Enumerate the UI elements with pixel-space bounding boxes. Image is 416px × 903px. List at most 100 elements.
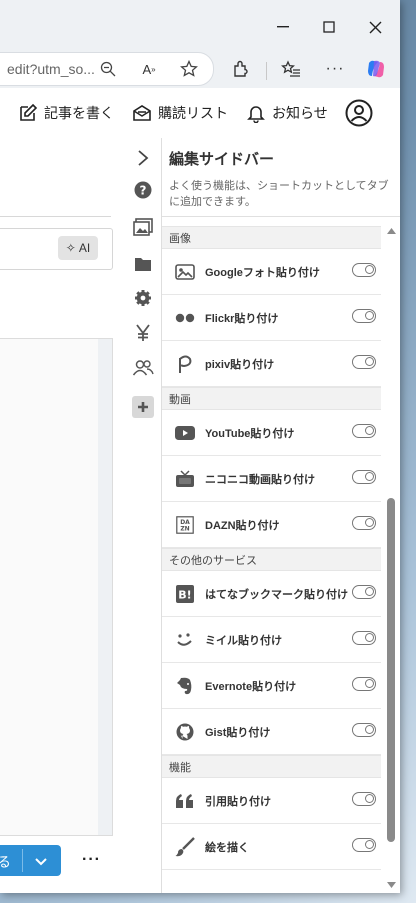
shortcut-toggle[interactable] — [352, 631, 376, 645]
sidebar-feature-label: 絵を描く — [205, 842, 249, 854]
sidebar-feature-item[interactable]: Googleフォト貼り付け — [162, 249, 381, 295]
github-icon — [174, 722, 196, 742]
address-bar[interactable]: edit?utm_so... A» — [0, 52, 214, 86]
extensions-icon[interactable] — [230, 58, 252, 80]
editor-body[interactable] — [0, 338, 113, 836]
section-header: 機能 — [162, 755, 381, 778]
help-icon[interactable]: ? — [133, 180, 153, 200]
shortcut-toggle[interactable] — [352, 263, 376, 277]
sidebar-feature-item[interactable]: 絵を描く — [162, 824, 381, 870]
shortcut-toggle[interactable] — [352, 309, 376, 323]
sidebar-feature-item[interactable]: Evernote貼り付け — [162, 663, 381, 709]
editor-area: ✧ AI る ··· — [0, 138, 125, 893]
zoom-out-icon[interactable] — [99, 60, 117, 78]
ai-label: AI — [78, 241, 91, 255]
chevron-right-icon[interactable] — [132, 147, 154, 169]
maximize-icon — [323, 21, 335, 33]
niconico-icon — [174, 469, 196, 489]
miil-icon — [174, 630, 196, 650]
shortcut-toggle[interactable] — [352, 470, 376, 484]
sidebar-title: 編集サイドバー — [169, 151, 275, 168]
sidebar-feature-item[interactable]: Flickr貼り付け — [162, 295, 381, 341]
minimize-button[interactable] — [268, 12, 298, 42]
add-tab-icon[interactable] — [132, 396, 154, 418]
sidebar-feature-item[interactable]: DA ZN DAZN貼り付け — [162, 502, 381, 548]
flickr-icon — [174, 308, 196, 328]
sidebar-feature-list: 画像 Googleフォト貼り付け Flickr貼り付け pixiv貼り付け 動画 YouT… — [162, 226, 381, 870]
title-bar — [0, 0, 400, 52]
svg-text:ZN: ZN — [180, 526, 189, 533]
yen-icon[interactable] — [133, 323, 153, 343]
sidebar-feature-label: pixiv貼り付け — [205, 359, 275, 371]
editor-input-box[interactable]: ✧ AI — [0, 228, 113, 270]
pixiv-icon — [174, 354, 196, 374]
shortcut-toggle[interactable] — [352, 355, 376, 369]
shortcut-toggle[interactable] — [352, 792, 376, 806]
svg-text:?: ? — [140, 184, 147, 198]
section-header: 動画 — [162, 387, 381, 410]
close-icon — [369, 21, 381, 33]
reading-list-button[interactable]: 購読リスト — [132, 88, 228, 138]
quote-icon — [174, 791, 196, 811]
copilot-icon[interactable] — [364, 57, 388, 81]
sidebar-header: 編集サイドバー よく使う機能は、ショートカットとしてタブに追加できます。 — [162, 138, 400, 217]
browser-window: edit?utm_so... A» ··· 記事を書く 購読リスト お知らせ ✧… — [0, 0, 400, 893]
bell-icon — [247, 106, 265, 123]
scrollbar-thumb[interactable] — [387, 498, 395, 842]
sidebar-feature-item[interactable]: YouTube貼り付け — [162, 410, 381, 456]
publish-label: る — [0, 854, 11, 870]
favorite-star-icon[interactable] — [179, 59, 199, 79]
close-button[interactable] — [360, 12, 390, 42]
title-underline — [0, 216, 111, 217]
user-avatar-icon — [345, 99, 373, 127]
maximize-button[interactable] — [314, 12, 344, 42]
sidebar-feature-label: ミイル貼り付け — [205, 635, 282, 647]
sidebar-feature-item[interactable]: B! はてなブックマーク貼り付け — [162, 571, 381, 617]
ai-button[interactable]: ✧ AI — [58, 236, 98, 260]
sidebar-feature-item[interactable]: pixiv貼り付け — [162, 341, 381, 387]
sidebar-scrollbar[interactable] — [382, 226, 400, 893]
publish-divider — [22, 849, 23, 872]
app-toolbar: 記事を書く 購読リスト お知らせ — [0, 88, 400, 139]
gear-icon[interactable] — [133, 288, 153, 308]
editor-scrollbar[interactable] — [98, 339, 112, 835]
shortcut-toggle[interactable] — [352, 516, 376, 530]
user-avatar-button[interactable] — [345, 99, 373, 127]
sidebar-feature-item[interactable]: 引用貼り付け — [162, 778, 381, 824]
sidebar-feature-item[interactable]: ミイル貼り付け — [162, 617, 381, 663]
shortcut-toggle[interactable] — [352, 677, 376, 691]
folder-icon[interactable] — [133, 254, 153, 274]
users-icon[interactable] — [131, 358, 155, 378]
sidebar-feature-label: YouTube貼り付け — [205, 428, 295, 440]
sidebar-feature-label: Googleフォト貼り付け — [205, 267, 320, 279]
sidebar-feature-label: Flickr貼り付け — [205, 313, 279, 325]
shortcut-toggle[interactable] — [352, 838, 376, 852]
read-aloud-icon[interactable]: A» — [139, 60, 159, 78]
shortcut-toggle[interactable] — [352, 585, 376, 599]
section-header: その他のサービス — [162, 548, 381, 571]
shortcut-toggle[interactable] — [352, 723, 376, 737]
scroll-down-icon — [387, 882, 396, 888]
write-article-label: 記事を書く — [44, 105, 114, 121]
dazn-icon: DA ZN — [174, 515, 196, 535]
publish-options-icon[interactable]: ··· — [82, 851, 101, 869]
toolbar-divider — [266, 62, 267, 80]
sidebar-feature-label: DAZN貼り付け — [205, 520, 280, 532]
reading-list-label: 購読リスト — [158, 105, 228, 121]
write-article-button[interactable]: 記事を書く — [18, 88, 114, 138]
image-icon[interactable] — [133, 217, 153, 237]
sidebar-feature-item[interactable]: ニコニコ動画貼り付け — [162, 456, 381, 502]
youtube-icon — [174, 423, 196, 443]
sparkle-icon: ✧ — [65, 241, 76, 255]
minimize-icon — [277, 26, 289, 28]
favorites-list-icon[interactable] — [280, 58, 302, 80]
brush-icon — [174, 837, 196, 857]
publish-button[interactable]: る — [0, 845, 61, 876]
more-menu-icon[interactable]: ··· — [324, 58, 346, 80]
shortcut-toggle[interactable] — [352, 424, 376, 438]
sidebar-feature-label: はてなブックマーク貼り付け — [205, 589, 348, 601]
chevron-down-icon[interactable] — [35, 854, 47, 870]
sidebar-feature-item[interactable]: Gist貼り付け — [162, 709, 381, 755]
notifications-label: お知らせ — [272, 105, 328, 121]
notifications-button[interactable]: お知らせ — [246, 88, 328, 138]
